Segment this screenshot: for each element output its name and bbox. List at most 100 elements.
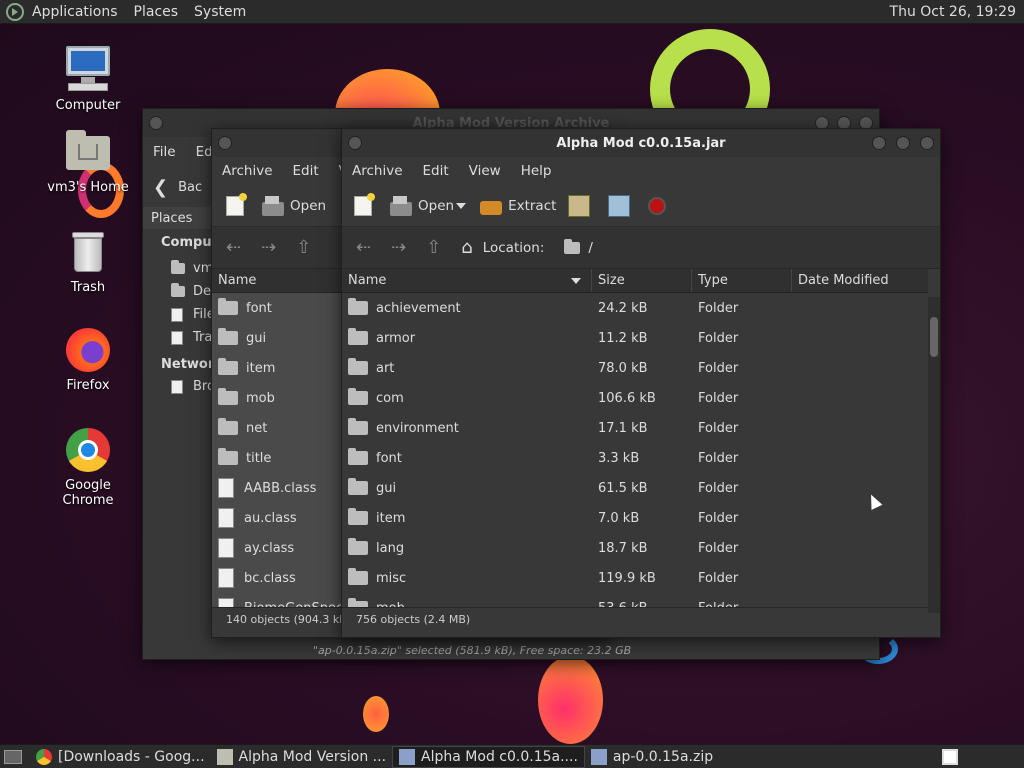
cell-name: mob bbox=[376, 601, 405, 608]
archive-front-titlebar[interactable]: Alpha Mod c0.0.15a.jar bbox=[342, 129, 940, 157]
table-row[interactable]: achievement 24.2 kB Folder bbox=[342, 293, 928, 323]
window-menu-button[interactable] bbox=[218, 136, 232, 150]
window-menu-button[interactable] bbox=[149, 116, 163, 130]
cell-size: 61.5 kB bbox=[598, 480, 648, 496]
item-name: mob bbox=[246, 390, 275, 406]
back-arrow-icon[interactable]: ❮ bbox=[153, 177, 168, 198]
forward-arrow-icon[interactable]: ⇢ bbox=[251, 237, 286, 258]
minimize-button[interactable] bbox=[872, 136, 886, 150]
table-row[interactable]: gui 61.5 kB Folder bbox=[342, 473, 928, 503]
cell-type: Folder bbox=[698, 330, 739, 346]
network-icon bbox=[171, 379, 183, 394]
add-files-button[interactable] bbox=[562, 194, 602, 217]
location-field[interactable]: / bbox=[588, 240, 593, 256]
menu-system[interactable]: System bbox=[186, 4, 254, 20]
column-date-modified[interactable]: Date Modified bbox=[792, 269, 928, 292]
desktop-icon-chrome[interactable]: Google Chrome bbox=[38, 426, 138, 508]
archive-window-front[interactable]: Alpha Mod c0.0.15a.jar Archive Edit View… bbox=[341, 128, 941, 638]
column-size[interactable]: Size bbox=[592, 269, 692, 292]
open-button[interactable]: Open bbox=[384, 195, 460, 216]
sidebar-item-label: Tra bbox=[193, 330, 213, 345]
file-icon bbox=[218, 598, 234, 607]
desktop-icon-firefox[interactable]: Firefox bbox=[38, 326, 138, 393]
taskbar-item[interactable]: [Downloads - Goog... bbox=[30, 746, 211, 768]
menu-archive[interactable]: Archive bbox=[342, 163, 413, 179]
taskbar-item-label: Alpha Mod c0.0.15a.... bbox=[421, 748, 578, 765]
scrollbar-thumb[interactable] bbox=[930, 317, 938, 357]
menu-help[interactable]: Help bbox=[511, 163, 562, 179]
forward-arrow-icon[interactable]: ⇢ bbox=[381, 237, 416, 258]
new-archive-icon bbox=[354, 192, 375, 216]
close-button[interactable] bbox=[920, 136, 934, 150]
open-label: Open bbox=[290, 197, 327, 214]
item-name: au.class bbox=[244, 510, 297, 526]
home-icon[interactable]: ⌂ bbox=[451, 237, 482, 258]
cell-name: item bbox=[376, 510, 406, 526]
folder-icon bbox=[348, 508, 368, 525]
cell-type: Folder bbox=[698, 570, 739, 586]
menu-places[interactable]: Places bbox=[126, 4, 187, 20]
desktop-icon-trash[interactable]: Trash bbox=[38, 228, 138, 295]
cell-name: com bbox=[376, 390, 404, 406]
file-icon bbox=[218, 568, 234, 588]
up-arrow-icon[interactable]: ⇧ bbox=[416, 237, 451, 258]
table-row[interactable]: environment 17.1 kB Folder bbox=[342, 413, 928, 443]
taskbar-item[interactable]: ap-0.0.15a.zip bbox=[585, 746, 719, 768]
cell-size: 78.0 kB bbox=[598, 360, 648, 376]
open-button[interactable]: Open bbox=[256, 195, 332, 216]
up-arrow-icon[interactable]: ⇧ bbox=[286, 237, 321, 258]
back-button-label[interactable]: Bac bbox=[178, 180, 202, 195]
taskbar-item[interactable]: Alpha Mod Version ... bbox=[211, 746, 393, 768]
menu-applications[interactable]: Applications bbox=[24, 4, 126, 20]
table-row[interactable]: mob 53.6 kBFolder bbox=[342, 593, 928, 607]
table-row[interactable]: item 7.0 kB Folder bbox=[342, 503, 928, 533]
maximize-button[interactable] bbox=[896, 136, 910, 150]
archive-icon bbox=[590, 748, 607, 765]
desktop-icon-label: vm3's Home bbox=[47, 180, 129, 195]
table-row[interactable]: font 3.3 kB Folder bbox=[342, 443, 928, 473]
window-menu-button[interactable] bbox=[348, 136, 362, 150]
clock[interactable]: Thu Oct 26, 19:29 bbox=[890, 4, 1024, 20]
table-row[interactable]: armor 11.2 kB Folder bbox=[342, 323, 928, 353]
new-archive-button[interactable] bbox=[348, 192, 384, 216]
table-row[interactable]: art 78.0 kB Folder bbox=[342, 353, 928, 383]
table-row[interactable]: misc 119.9 kB Folder bbox=[342, 563, 928, 593]
menu-archive[interactable]: Archive bbox=[212, 163, 283, 179]
folder-icon bbox=[348, 598, 368, 607]
column-name[interactable]: Name bbox=[212, 269, 342, 292]
cell-type: Folder bbox=[698, 420, 739, 436]
open-recent-dropdown[interactable] bbox=[456, 202, 474, 209]
table-row[interactable]: lang 18.7 kB Folder bbox=[342, 533, 928, 563]
desktop-icon-label: Google Chrome bbox=[62, 478, 114, 508]
table-row[interactable]: com 106.6 kB Folder bbox=[342, 383, 928, 413]
cell-size: 106.6 kB bbox=[598, 390, 656, 406]
folder-icon bbox=[348, 538, 368, 555]
menu-view[interactable]: View bbox=[459, 163, 511, 179]
column-name[interactable]: Name bbox=[342, 269, 592, 292]
stop-button[interactable] bbox=[642, 196, 678, 215]
back-arrow-icon[interactable]: ⇠ bbox=[346, 237, 381, 258]
folder-icon bbox=[348, 448, 368, 465]
cell-type: Folder bbox=[698, 300, 739, 316]
file-manager-status: "ap-0.0.15a.zip" selected (581.9 kB), Fr… bbox=[313, 644, 632, 657]
back-arrow-icon[interactable]: ⇠ bbox=[216, 237, 251, 258]
desktop-icon-computer[interactable]: Computer bbox=[38, 46, 138, 113]
add-folder-button[interactable] bbox=[602, 194, 642, 217]
menu-edit[interactable]: Edit bbox=[283, 163, 329, 179]
desktop-icon-home[interactable]: vm3's Home bbox=[38, 128, 138, 195]
taskbar-item[interactable]: Alpha Mod c0.0.15a.... bbox=[392, 745, 585, 768]
add-files-icon bbox=[568, 194, 591, 217]
show-desktop-icon[interactable] bbox=[4, 749, 22, 764]
workspace-switcher[interactable] bbox=[942, 748, 958, 765]
extract-button[interactable]: Extract bbox=[474, 197, 562, 215]
chevron-down-icon bbox=[456, 202, 467, 209]
vertical-scrollbar[interactable] bbox=[928, 297, 940, 613]
menu-file[interactable]: File bbox=[143, 144, 186, 160]
cell-type: Folder bbox=[698, 480, 739, 496]
new-archive-button[interactable] bbox=[220, 192, 256, 216]
column-type[interactable]: Type bbox=[692, 269, 792, 292]
window-title: Alpha Mod c0.0.15a.jar bbox=[556, 135, 726, 151]
distro-logo-icon[interactable] bbox=[6, 2, 24, 21]
desktop-icon-label: Trash bbox=[70, 280, 106, 295]
menu-edit[interactable]: Edit bbox=[413, 163, 459, 179]
